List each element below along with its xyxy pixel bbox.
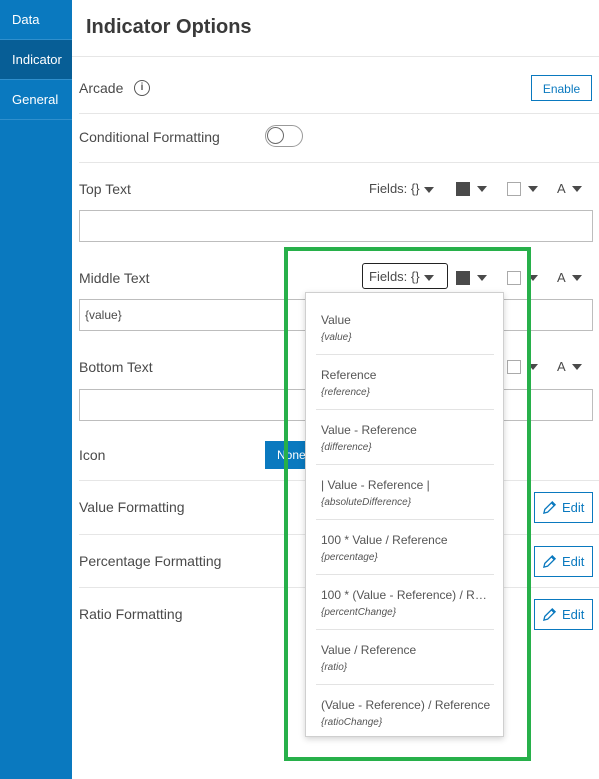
sidebar-item-indicator[interactable]: Indicator bbox=[0, 40, 72, 80]
top-text-label: Top Text bbox=[79, 181, 131, 197]
item-name: (Value - Reference) / Reference bbox=[321, 698, 491, 712]
sidebar-item-data[interactable]: Data bbox=[0, 0, 72, 40]
dropdown-item-ratio[interactable]: Value / Reference {ratio} bbox=[306, 629, 503, 684]
header-divider bbox=[72, 56, 599, 57]
dropdown-item-value[interactable]: Value {value} bbox=[306, 299, 503, 354]
bottom-text-label: Bottom Text bbox=[79, 359, 153, 375]
item-code: {reference} bbox=[321, 387, 370, 398]
ratio-formatting-label: Ratio Formatting bbox=[79, 606, 183, 622]
divider bbox=[79, 113, 599, 114]
icon-label: Icon bbox=[79, 447, 106, 463]
item-name: Reference bbox=[321, 368, 377, 382]
conditional-formatting-toggle[interactable] bbox=[265, 125, 303, 147]
item-name: Value bbox=[321, 313, 351, 327]
info-icon[interactable]: i bbox=[134, 80, 150, 96]
item-name: Value / Reference bbox=[321, 643, 417, 657]
arcade-label: Arcade bbox=[79, 80, 124, 96]
top-text-input[interactable] bbox=[79, 210, 593, 242]
fields-dropdown-menu: Value {value} Reference {reference} Valu… bbox=[305, 292, 504, 737]
toggle-knob bbox=[267, 127, 284, 144]
top-text-background-swatch[interactable] bbox=[507, 182, 521, 196]
sidebar-item-general[interactable]: General bbox=[0, 80, 72, 120]
ratio-formatting-edit-button[interactable]: Edit bbox=[534, 599, 593, 630]
value-formatting-label: Value Formatting bbox=[79, 499, 185, 515]
item-code: {percentage} bbox=[321, 552, 378, 563]
percentage-formatting-label: Percentage Formatting bbox=[79, 553, 222, 569]
sidebar: Data Indicator General bbox=[0, 0, 72, 779]
dropdown-item-percentage[interactable]: 100 * Value / Reference {percentage} bbox=[306, 519, 503, 574]
fields-label: Fields: {} bbox=[369, 269, 420, 284]
dropdown-item-reference[interactable]: Reference {reference} bbox=[306, 354, 503, 409]
bottom-text-background-swatch[interactable] bbox=[507, 360, 521, 374]
top-text-fields-button[interactable]: Fields: {} bbox=[369, 176, 434, 202]
item-code: {ratioChange} bbox=[321, 717, 383, 728]
chevron-down-icon[interactable] bbox=[572, 364, 582, 370]
chevron-down-icon bbox=[423, 186, 434, 193]
dropdown-item-ratio-change[interactable]: (Value - Reference) / Reference {ratioCh… bbox=[306, 684, 503, 739]
dropdown-item-difference[interactable]: Value - Reference {difference} bbox=[306, 409, 503, 464]
item-code: {percentChange} bbox=[321, 607, 397, 618]
top-text-color-swatch[interactable] bbox=[456, 182, 470, 196]
middle-text-color-swatch[interactable] bbox=[456, 271, 470, 285]
percentage-formatting-edit-button[interactable]: Edit bbox=[534, 546, 593, 577]
chevron-down-icon[interactable] bbox=[477, 186, 487, 192]
dropdown-item-percent-change[interactable]: 100 * (Value - Reference) / Reference {p… bbox=[306, 574, 503, 629]
item-code: {absoluteDifference} bbox=[321, 497, 412, 508]
middle-text-fields-button[interactable]: Fields: {} bbox=[362, 263, 448, 289]
chevron-down-icon[interactable] bbox=[528, 186, 538, 192]
top-text-font-button[interactable]: A bbox=[557, 181, 566, 196]
middle-text-background-swatch[interactable] bbox=[507, 271, 521, 285]
item-code: {ratio} bbox=[321, 662, 348, 673]
edit-label: Edit bbox=[562, 607, 585, 622]
chevron-down-icon[interactable] bbox=[477, 275, 487, 281]
enable-arcade-button[interactable]: Enable bbox=[531, 75, 592, 101]
chevron-down-icon[interactable] bbox=[572, 275, 582, 281]
item-name: 100 * Value / Reference bbox=[321, 533, 448, 547]
edit-label: Edit bbox=[562, 554, 585, 569]
item-code: {value} bbox=[321, 332, 352, 343]
pencil-icon bbox=[542, 554, 557, 569]
edit-label: Edit bbox=[562, 500, 585, 515]
item-name: Value - Reference bbox=[321, 423, 417, 437]
divider bbox=[79, 162, 599, 163]
middle-text-label: Middle Text bbox=[79, 270, 150, 286]
dropdown-item-absolute-difference[interactable]: | Value - Reference | {absoluteDifferenc… bbox=[306, 464, 503, 519]
item-code: {difference} bbox=[321, 442, 372, 453]
chevron-down-icon[interactable] bbox=[528, 275, 538, 281]
chevron-down-icon bbox=[423, 274, 434, 281]
pencil-icon bbox=[542, 500, 557, 515]
item-name: | Value - Reference | bbox=[321, 478, 430, 492]
middle-text-font-button[interactable]: A bbox=[557, 270, 566, 285]
conditional-formatting-label: Conditional Formatting bbox=[79, 129, 220, 145]
fields-label: Fields: {} bbox=[369, 181, 420, 196]
bottom-text-font-button[interactable]: A bbox=[557, 359, 566, 374]
item-name: 100 * (Value - Reference) / Reference bbox=[321, 588, 493, 602]
pencil-icon bbox=[542, 607, 557, 622]
chevron-down-icon[interactable] bbox=[572, 186, 582, 192]
page-title: Indicator Options bbox=[86, 16, 252, 38]
chevron-down-icon[interactable] bbox=[528, 364, 538, 370]
value-formatting-edit-button[interactable]: Edit bbox=[534, 492, 593, 523]
